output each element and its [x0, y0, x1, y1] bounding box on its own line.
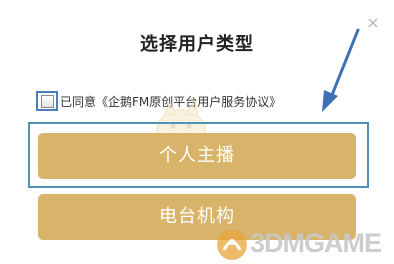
agreement-checkbox[interactable]: [40, 94, 54, 108]
dialog-title: 选择用户类型: [140, 34, 254, 55]
watermark-text: 3DMGAME: [250, 228, 382, 258]
individual-anchor-button[interactable]: 个人主播: [38, 133, 356, 179]
checkbox-highlight-frame: [36, 91, 58, 111]
user-type-dialog: × 选择用户类型 已同意《企鹅FM原创平台用户服务协议》 个人主播 电台机构 3…: [0, 0, 394, 264]
3dm-logo-icon: [217, 230, 247, 260]
